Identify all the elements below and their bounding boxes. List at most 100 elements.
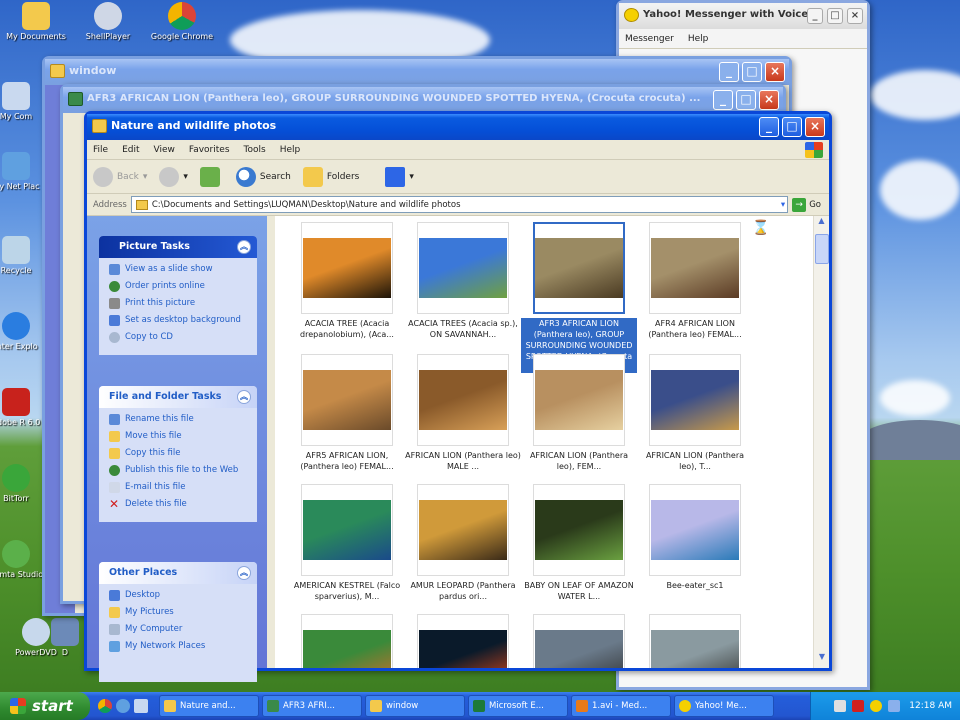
taskbar-item-microsoft-excel[interactable]: Microsoft E... [468, 695, 568, 717]
taskbar-item-window[interactable]: window [365, 695, 465, 717]
taskbar-item-yahoo[interactable]: Yahoo! Me... [674, 695, 774, 717]
menu-help[interactable]: Help [280, 145, 301, 155]
thumbnail-item[interactable]: Bee-eater_sc1 [637, 484, 753, 591]
task-print-picture[interactable]: Print this picture [109, 298, 247, 309]
thumbnail-item[interactable]: AFR3 AFRICAN LION (Panthera leo), GROUP … [521, 222, 637, 373]
taskbar-item-media-player[interactable]: 1.avi - Med... [571, 695, 671, 717]
minimize-button[interactable]: _ [713, 90, 733, 110]
thumbnail-item[interactable] [289, 614, 405, 668]
back-button[interactable]: Back ▾ [93, 166, 147, 187]
desktop-icon-chrome[interactable]: Google Chrome [146, 2, 218, 41]
desktop-icon-d[interactable]: D [50, 618, 80, 657]
tray-icon[interactable] [888, 700, 901, 712]
thumbnail-item[interactable]: AFRICAN LION (Panthera leo), T... [637, 354, 753, 472]
maximize-button[interactable]: □ [736, 90, 756, 110]
maximize-button[interactable]: □ [782, 117, 802, 137]
thumbnail-label: Bee-eater_sc1 [666, 581, 724, 590]
collapse-chevron-icon[interactable]: ︽ [237, 390, 251, 404]
thumbnail-item[interactable] [637, 614, 753, 668]
taskbar-item-explorer[interactable]: Nature and... [159, 695, 259, 717]
tray-icon[interactable] [870, 700, 883, 712]
thumbnail-item[interactable]: AMERICAN KESTREL (Falco sparverius), M..… [289, 484, 405, 602]
menu-help[interactable]: Help [688, 34, 709, 44]
chrome-icon[interactable] [98, 699, 112, 713]
task-move-file[interactable]: Move this file [109, 431, 247, 442]
place-my-pictures[interactable]: My Pictures [109, 607, 247, 618]
folders-button[interactable]: Folders [302, 166, 359, 187]
collapse-chevron-icon[interactable]: ︽ [237, 566, 251, 580]
thumbnail-label: AFRICAN LION (Panthera leo), T... [645, 451, 745, 471]
show-desktop-icon[interactable] [134, 699, 148, 713]
thumbnail-item[interactable]: BABY ON LEAF OF AMAZON WATER L... [521, 484, 637, 602]
explorer-window[interactable]: Nature and wildlife photos _ □ × File Ed… [84, 111, 832, 682]
maximize-button[interactable]: □ [742, 62, 762, 82]
thumbnail-item[interactable] [405, 614, 521, 668]
thumbnail-item[interactable]: AMUR LEOPARD (Panthera pardus ori... [405, 484, 521, 602]
image-viewer-title-bar[interactable]: AFR3 AFRICAN LION (Panthera leo), GROUP … [63, 87, 783, 113]
clock[interactable]: 12:18 AM [909, 701, 952, 711]
task-publish-file[interactable]: Publish this file to the Web [109, 465, 247, 476]
go-button[interactable]: → Go [792, 197, 821, 212]
thumbnail-frame [649, 222, 741, 314]
chrome-icon [168, 2, 196, 30]
start-button[interactable]: start [0, 692, 90, 720]
place-my-network[interactable]: My Network Places [109, 641, 247, 652]
task-view-slideshow[interactable]: View as a slide show [109, 264, 247, 275]
place-my-computer[interactable]: My Computer [109, 624, 247, 635]
address-dropdown-icon[interactable]: ▾ [781, 200, 785, 210]
up-folder-button[interactable] [199, 166, 224, 187]
desktop-icon-my-documents[interactable]: My Documents [0, 2, 72, 41]
scroll-down-arrow-icon[interactable]: ▼ [814, 652, 830, 668]
task-copy-file[interactable]: Copy this file [109, 448, 247, 459]
thumbnail-item[interactable]: ACACIA TREE (Acacia drepanolobium), (Aca… [289, 222, 405, 340]
search-button[interactable]: Search [235, 166, 291, 187]
menu-file[interactable]: File [93, 145, 108, 155]
task-copy-to-cd[interactable]: Copy to CD [109, 332, 247, 343]
minimize-button[interactable]: _ [759, 117, 779, 137]
menu-edit[interactable]: Edit [122, 145, 139, 155]
explorer-title-bar[interactable]: Nature and wildlife photos _ □ × [87, 114, 829, 140]
close-button[interactable]: × [765, 62, 785, 82]
other-places-header[interactable]: Other Places ︽ [99, 562, 257, 584]
taskbar-item-image[interactable]: AFR3 AFRI... [262, 695, 362, 717]
menu-favorites[interactable]: Favorites [189, 145, 230, 155]
forward-button[interactable]: ▾ [159, 166, 188, 187]
close-button[interactable]: × [805, 117, 825, 137]
desktop-icon-shellplayer[interactable]: ShellPlayer [72, 2, 144, 41]
collapse-chevron-icon[interactable]: ︽ [237, 240, 251, 254]
thumbnail-item[interactable]: AFR4 AFRICAN LION (Panthera leo) FEMAL..… [637, 222, 753, 340]
minimize-button[interactable]: _ [719, 62, 739, 82]
vertical-scrollbar[interactable]: ▲ ▼ [813, 216, 829, 668]
back-window-title-bar[interactable]: window _ □ × [45, 59, 789, 85]
tray-icon[interactable] [834, 700, 847, 712]
close-button[interactable]: × [759, 90, 779, 110]
thumbnail-item[interactable]: AFR5 AFRICAN LION, (Panthera leo) FEMAL.… [289, 354, 405, 472]
ie-icon[interactable] [116, 699, 130, 713]
file-folder-tasks-header[interactable]: File and Folder Tasks ︽ [99, 386, 257, 408]
close-button[interactable]: × [847, 8, 863, 24]
thumbnail-item[interactable]: AFRICAN LION (Panthera leo) MALE ... [405, 354, 521, 472]
task-rename-file[interactable]: Rename this file [109, 414, 247, 425]
yahoo-title-bar[interactable]: Yahoo! Messenger with Voice ... _ □ × [619, 3, 867, 29]
place-desktop[interactable]: Desktop [109, 590, 247, 601]
task-delete-file[interactable]: ✕ Delete this file [109, 498, 247, 510]
thumbnail-item[interactable]: AFRICAN LION (Panthera leo), FEM... [521, 354, 637, 472]
yahoo-smiley-icon [679, 700, 691, 712]
thumbnail-item[interactable] [521, 614, 637, 668]
menu-view[interactable]: View [154, 145, 175, 155]
task-order-prints[interactable]: Order prints online [109, 281, 247, 292]
task-set-desktop-background[interactable]: Set as desktop background [109, 315, 247, 326]
scrollbar-thumb[interactable] [815, 234, 829, 264]
tray-icon[interactable] [852, 700, 865, 712]
views-button[interactable]: ▾ [385, 166, 414, 187]
menu-messenger[interactable]: Messenger [625, 34, 674, 44]
minimize-button[interactable]: _ [807, 8, 823, 24]
task-email-file[interactable]: E-mail this file [109, 482, 247, 493]
scroll-up-arrow-icon[interactable]: ▲ [814, 216, 829, 232]
menu-tools[interactable]: Tools [244, 145, 266, 155]
maximize-button[interactable]: □ [827, 8, 843, 24]
thumbnail-item[interactable]: ACACIA TREES (Acacia sp.), ON SAVANNAH..… [405, 222, 521, 340]
picture-tasks-header[interactable]: Picture Tasks ︽ [99, 236, 257, 258]
folder-icon [370, 700, 382, 712]
address-input[interactable]: C:\Documents and Settings\LUQMAN\Desktop… [130, 196, 789, 213]
